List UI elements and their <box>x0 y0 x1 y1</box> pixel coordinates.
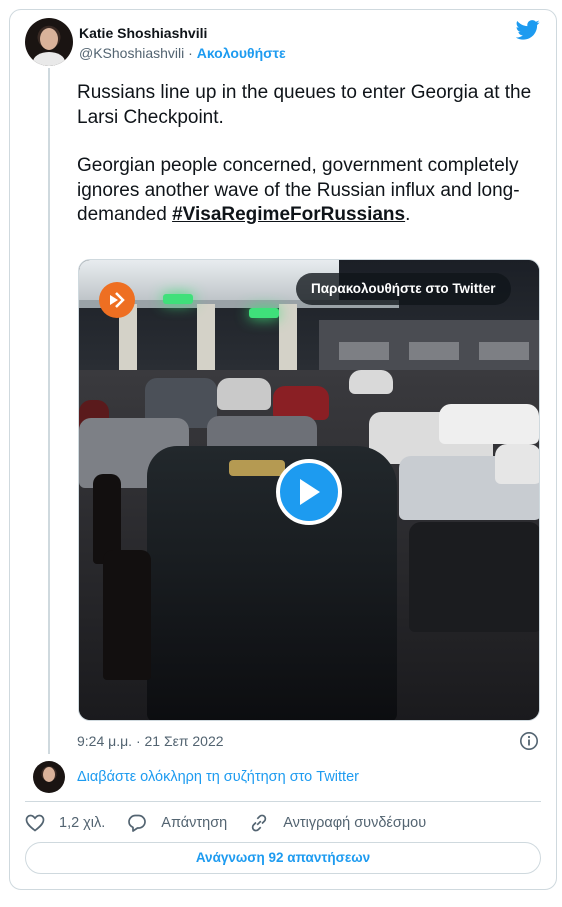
read-replies-button[interactable]: Ανάγνωση 92 απαντήσεων <box>25 842 541 874</box>
twitter-bird-icon[interactable] <box>516 20 540 40</box>
divider <box>25 801 541 802</box>
read-thread-link[interactable]: Διαβάστε ολόκληρη τη συζήτηση στο Twitte… <box>77 769 359 785</box>
thread-line <box>48 68 50 754</box>
tweet-trailing-punct: . <box>405 204 411 225</box>
like-count: 1,2 χιλ. <box>59 815 106 831</box>
follow-button[interactable]: Ακολουθήστε <box>197 45 286 61</box>
heart-icon <box>25 814 45 832</box>
thread-avatar[interactable] <box>33 761 65 793</box>
play-icon <box>300 479 320 505</box>
separator-dot: · <box>188 45 193 61</box>
tweet-paragraph-1: Russians line up in the queues to enter … <box>77 82 532 128</box>
reply-icon <box>128 814 147 832</box>
like-button[interactable]: 1,2 χιλ. <box>25 814 105 832</box>
link-icon <box>251 814 267 832</box>
tweet-text: Russians line up in the queues to enter … <box>77 81 537 252</box>
author-name[interactable]: Katie Shoshiashvili <box>79 25 207 41</box>
copy-link-button[interactable]: Αντιγραφή συνδέσμου <box>249 813 426 833</box>
author-handle[interactable]: @KShoshiashvili <box>79 45 184 61</box>
watch-on-twitter-button[interactable]: Παρακολουθήστε στο Twitter <box>296 273 511 305</box>
info-icon[interactable] <box>519 731 539 751</box>
tweet-actions: 1,2 χιλ. Απάντηση Αντιγραφή συνδέσμου <box>25 812 448 834</box>
rfe-logo-icon <box>99 282 135 318</box>
video-van <box>147 446 397 720</box>
play-button[interactable] <box>276 459 342 525</box>
tweet-paragraph-2: Georgian people concerned, government co… <box>77 154 537 228</box>
reply-label: Απάντηση <box>161 815 228 831</box>
tweet-timestamp[interactable]: 9:24 μ.μ. · 21 Σεπ 2022 <box>77 733 224 749</box>
author-handle-row: @KShoshiashvili · Ακολουθήστε <box>79 45 286 61</box>
hashtag-link[interactable]: #VisaRegimeForRussians <box>172 204 405 225</box>
author-avatar[interactable] <box>25 18 73 66</box>
video-thumbnail[interactable]: Παρακολουθήστε στο Twitter <box>78 259 540 721</box>
copy-link-label: Αντιγραφή συνδέσμου <box>283 815 427 831</box>
reply-button[interactable]: Απάντηση <box>127 813 227 833</box>
